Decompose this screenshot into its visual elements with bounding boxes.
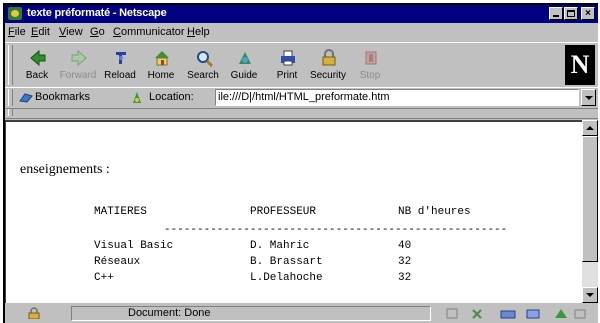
vertical-scrollbar[interactable] (582, 120, 598, 303)
netscape-app-icon[interactable] (8, 7, 22, 20)
component-bar[interactable] (445, 307, 595, 320)
bookmarks-button[interactable]: Bookmarks (35, 91, 90, 103)
navigation-toolbar: Back Forward Reload Home Search Guide Pr… (5, 42, 598, 88)
row-3-professeur: L.Delahoche (250, 272, 323, 284)
home-button[interactable]: Home (141, 45, 181, 85)
location-toolbar: Bookmarks Location: ile:///D|/html/HTML_… (5, 87, 598, 109)
row-3-matiere: C++ (94, 272, 114, 284)
minimize-icon (553, 15, 559, 17)
location-label: Location: (149, 91, 194, 103)
back-button[interactable]: Back (17, 45, 57, 85)
row-1-professeur: D. Mahric (250, 240, 310, 252)
location-url-input[interactable]: ile:///D|/html/HTML_preformate.htm (215, 89, 579, 106)
stop-label: Stop (359, 70, 381, 81)
window-title: texte préformaté - Netscape (27, 7, 167, 19)
maximize-button[interactable] (564, 7, 578, 20)
guide-icon (239, 52, 251, 64)
scroll-up-button[interactable] (582, 120, 598, 136)
browser-window: texte préformaté - Netscape × File Edit … (3, 3, 598, 323)
row-1-matiere: Visual Basic (94, 240, 174, 252)
scroll-thumb[interactable] (582, 136, 598, 262)
close-icon: × (585, 8, 591, 19)
status-text: Document: Done (128, 307, 211, 319)
composer-component-icon (526, 309, 540, 319)
home-icon (155, 51, 169, 66)
row-2-heures: 32 (398, 256, 412, 268)
menu-file[interactable]: File (8, 26, 26, 38)
stop-button[interactable]: Stop (350, 45, 390, 85)
minimize-button[interactable] (549, 7, 563, 20)
reload-button[interactable]: Reload (100, 45, 140, 85)
forward-button[interactable]: Forward (58, 45, 98, 85)
print-button[interactable]: Print (267, 45, 307, 85)
location-dropdown-button[interactable] (581, 89, 596, 106)
page-heading: enseignements : (20, 162, 110, 177)
header-heures: NB d'heures (398, 206, 471, 218)
newsgroups-component-icon (500, 310, 516, 319)
scroll-down-button[interactable] (582, 287, 598, 303)
location-page-icon[interactable] (131, 91, 143, 104)
row-3-heures: 32 (398, 272, 412, 284)
row-2-matiere: Réseaux (94, 256, 141, 268)
title-bar[interactable]: texte préformaté - Netscape × (5, 5, 598, 23)
close-button[interactable]: × (581, 7, 595, 20)
back-arrow-icon (30, 49, 46, 67)
print-icon (281, 50, 295, 66)
search-icon (197, 51, 213, 67)
personal-toolbar-collapsed[interactable] (5, 108, 598, 119)
page-content: enseignements : MATIERES PROFESSEUR NB d… (5, 120, 582, 303)
maximize-icon (567, 10, 575, 17)
separator-rule: ----------------------------------------… (164, 224, 508, 236)
status-panel: Document: Done (71, 306, 431, 321)
menu-view[interactable]: View (59, 26, 83, 38)
location-grip[interactable] (8, 89, 13, 106)
mail-component-icon (472, 309, 482, 319)
row-2-professeur: B. Brassart (250, 256, 323, 268)
security-button[interactable]: Security (308, 45, 348, 85)
bookmarks-icon[interactable] (19, 92, 33, 103)
forward-arrow-icon (71, 49, 87, 67)
stop-icon (365, 51, 377, 65)
lock-icon (322, 49, 336, 66)
guide-button[interactable]: Guide (224, 45, 264, 85)
menu-go[interactable]: Go (90, 26, 105, 38)
menu-communicator[interactable]: Communicator (113, 26, 185, 38)
navigator-component-icon (446, 308, 458, 319)
menu-bar: File Edit View Go Communicator Help (5, 24, 598, 41)
row-1-heures: 40 (398, 240, 412, 252)
menu-help[interactable]: Help (187, 26, 210, 38)
reload-icon (116, 52, 126, 64)
header-professeur: PROFESSEUR (250, 206, 317, 218)
header-matieres: MATIERES (94, 206, 147, 218)
netscape-logo[interactable]: N (565, 45, 595, 85)
security-status-icon[interactable] (27, 307, 41, 319)
search-button[interactable]: Search (183, 45, 223, 85)
address-book-component-icon (555, 309, 586, 319)
personal-toolbar-grip[interactable] (8, 109, 13, 116)
status-bar: Document: Done (5, 304, 598, 323)
menu-edit[interactable]: Edit (31, 26, 50, 38)
